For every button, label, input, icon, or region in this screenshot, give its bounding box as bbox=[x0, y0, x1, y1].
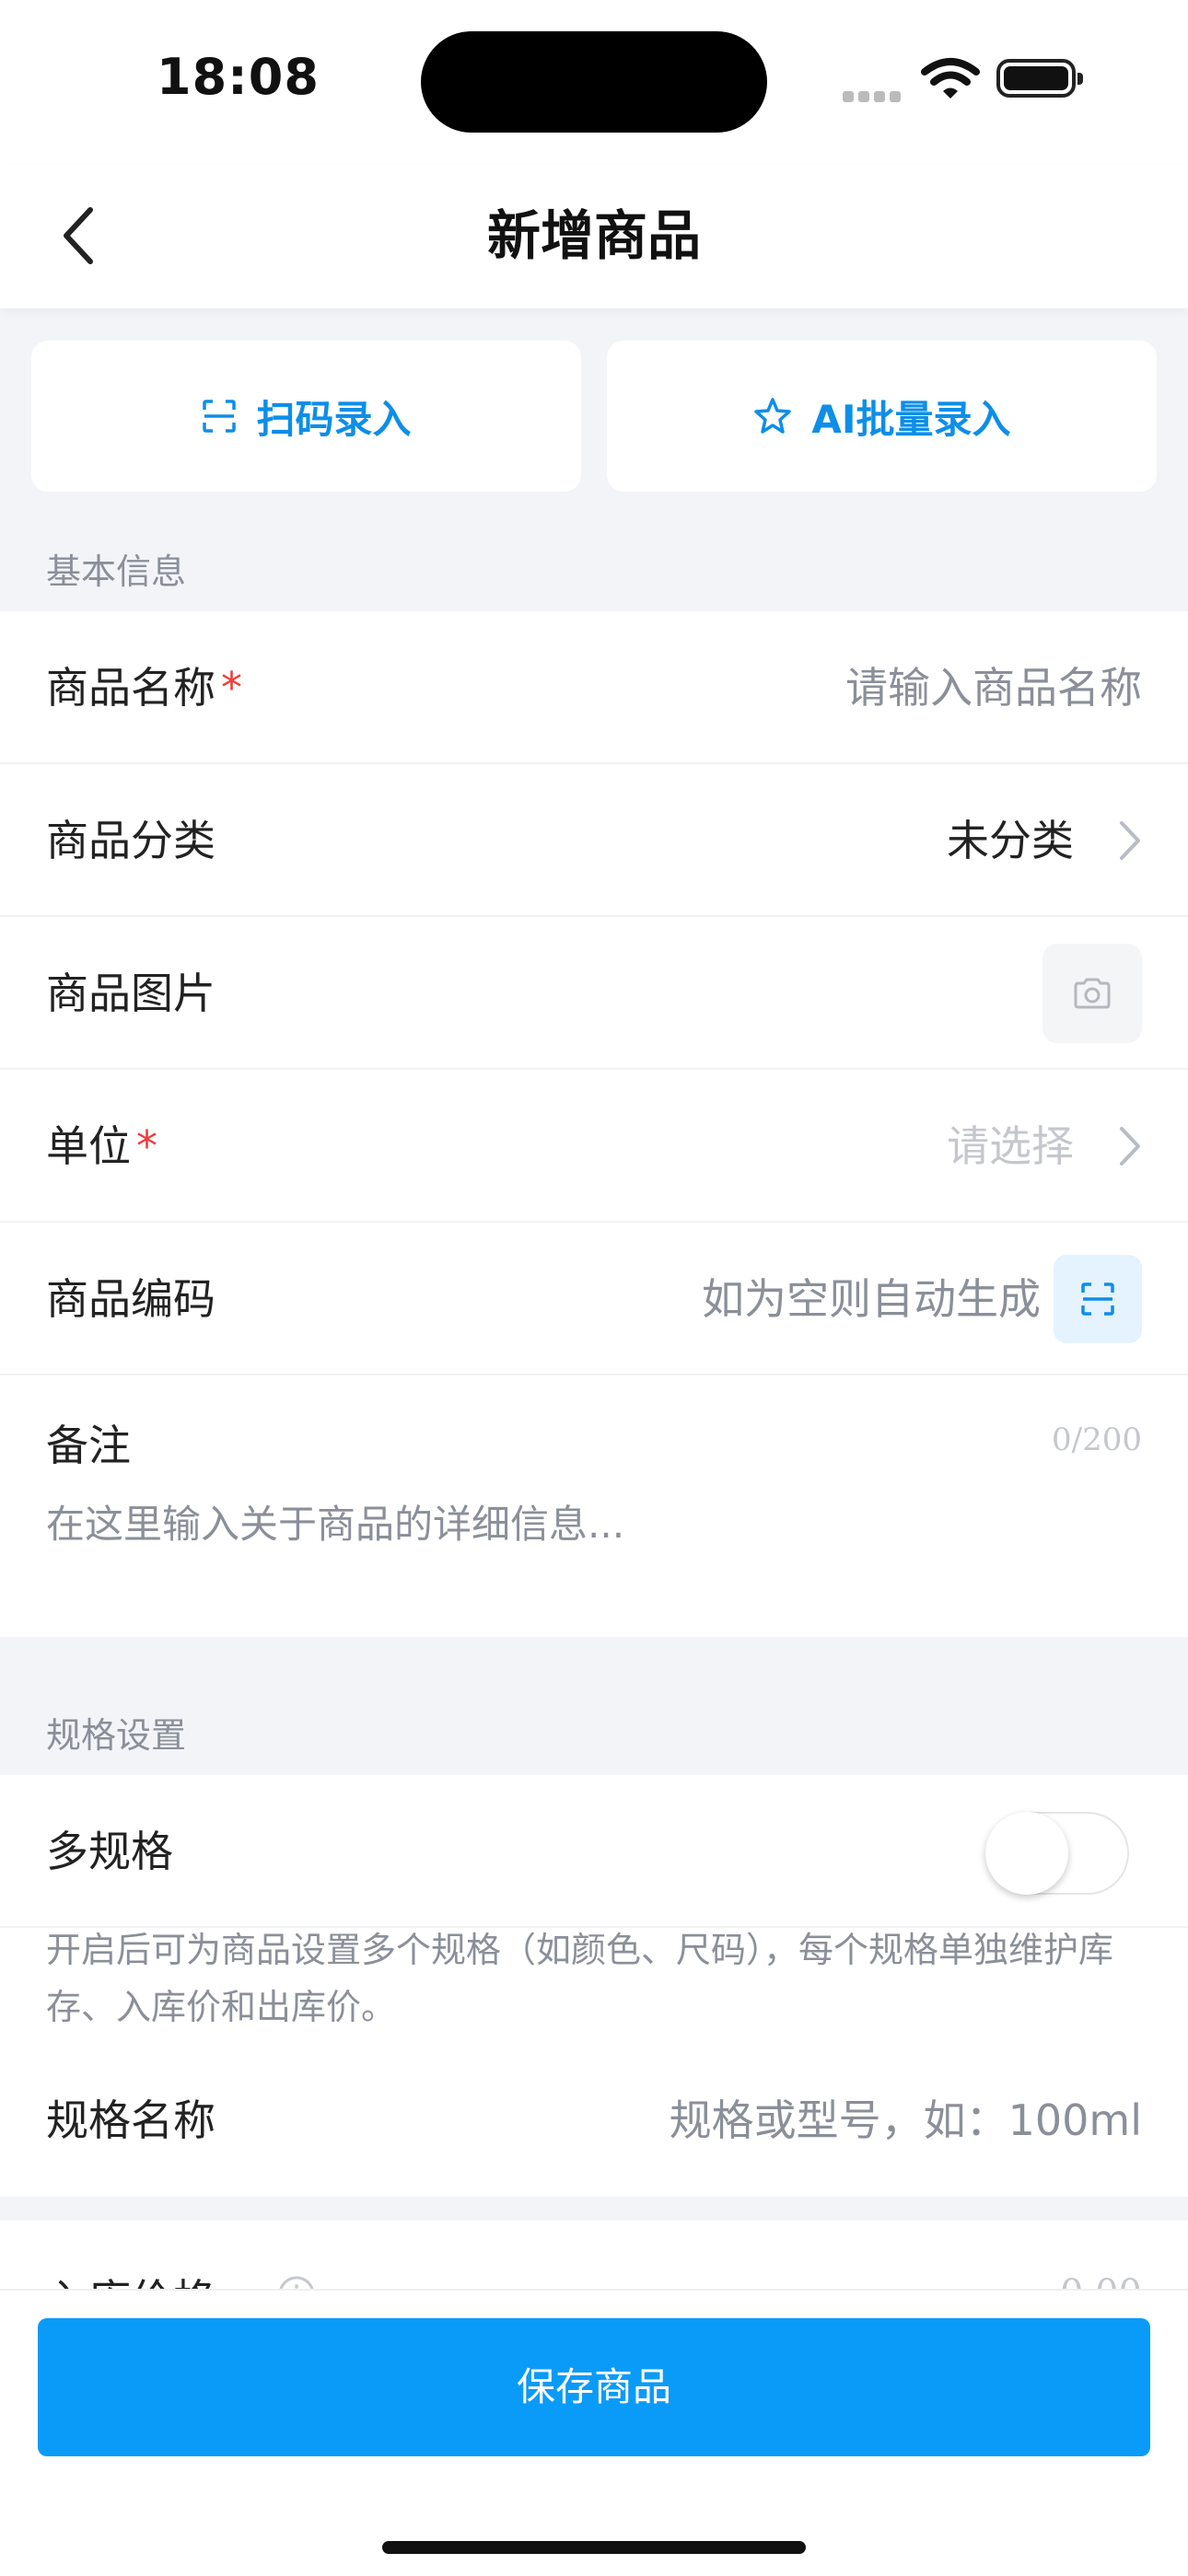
product-name-label: 商品名称 * bbox=[46, 663, 242, 713]
camera-icon bbox=[1074, 978, 1111, 1009]
product-code-input[interactable]: 如为空则自动生成 bbox=[702, 1223, 1041, 1375]
basic-info-group: 商品名称 * 请输入商品名称 商品分类 未分类 商品图片 单位 * 请选择 商品编码… bbox=[0, 611, 1188, 1637]
home-indicator bbox=[382, 2541, 806, 2554]
multi-spec-row: 多规格 bbox=[0, 1775, 1188, 1928]
battery-icon bbox=[996, 59, 1083, 98]
remark-char-count: 0/200 bbox=[1052, 1421, 1142, 1458]
section-title-spec: 规格设置 bbox=[46, 1715, 187, 1756]
unit-select[interactable]: 请选择 bbox=[947, 1070, 1074, 1223]
dynamic-island bbox=[421, 31, 767, 133]
remark-row: 备注 0/200 在这里输入关于商品的详细信息... bbox=[0, 1375, 1188, 1637]
quick-actions: 扫码录入 AI批量录入 bbox=[31, 341, 1157, 492]
ai-batch-entry-label: AI批量录入 bbox=[811, 396, 1011, 442]
product-name-input[interactable]: 请输入商品名称 bbox=[845, 611, 1142, 764]
product-image-row: 商品图片 bbox=[0, 917, 1188, 1070]
unit-row[interactable]: 单位 * 请选择 bbox=[0, 1070, 1188, 1223]
product-image-label: 商品图片 bbox=[46, 969, 215, 1018]
multi-spec-description: 开启后可为商品设置多个规格（如颜色、尺码），每个规格单独维护库存、入库价和出库价… bbox=[46, 1930, 1114, 2027]
required-mark: * bbox=[136, 1121, 157, 1171]
star-icon bbox=[754, 398, 792, 434]
required-mark: * bbox=[221, 663, 242, 713]
page-title: 新增商品 bbox=[486, 204, 701, 267]
product-image-upload[interactable] bbox=[1042, 944, 1142, 1043]
chevron-right-icon bbox=[1120, 1127, 1140, 1166]
toggle-knob bbox=[985, 1812, 1068, 1895]
save-product-button[interactable]: 保存商品 bbox=[38, 2318, 1150, 2456]
product-category-value: 未分类 bbox=[947, 816, 1074, 865]
multi-spec-label: 多规格 bbox=[46, 1827, 173, 1876]
scan-icon bbox=[203, 400, 237, 433]
remark-textarea[interactable]: 在这里输入关于商品的详细信息... bbox=[46, 1493, 624, 1549]
multi-spec-toggle[interactable] bbox=[985, 1812, 1129, 1895]
product-category-row[interactable]: 商品分类 未分类 bbox=[0, 764, 1188, 917]
product-code-label: 商品编码 bbox=[46, 1274, 215, 1324]
chevron-right-icon bbox=[1120, 821, 1140, 860]
scan-code-button[interactable] bbox=[1054, 1255, 1142, 1343]
spec-name-label: 规格名称 bbox=[46, 2095, 215, 2145]
product-code-row: 商品编码 如为空则自动生成 bbox=[0, 1223, 1188, 1375]
section-title-basic-info: 基本信息 bbox=[46, 551, 187, 592]
inbound-price-row: 入库价格 0.00 bbox=[0, 2221, 1188, 2294]
scan-entry-label: 扫码录入 bbox=[256, 396, 412, 442]
bottom-bar: 保存商品 bbox=[0, 2289, 1188, 2576]
signal-icon bbox=[843, 88, 905, 106]
spec-name-input[interactable]: 规格或型号，如：100ml bbox=[670, 2044, 1142, 2197]
product-name-row[interactable]: 商品名称 * 请输入商品名称 bbox=[0, 611, 1188, 764]
nav-bar: 新增商品 bbox=[0, 166, 1188, 308]
scan-entry-button[interactable]: 扫码录入 bbox=[31, 341, 581, 492]
wifi-icon bbox=[921, 58, 980, 99]
remark-label: 备注 bbox=[46, 1421, 131, 1470]
ai-batch-entry-button[interactable]: AI批量录入 bbox=[607, 341, 1157, 492]
spec-name-row: 规格名称 规格或型号，如：100ml bbox=[0, 2044, 1188, 2197]
unit-label: 单位 * bbox=[46, 1121, 157, 1171]
scan-icon bbox=[1081, 1282, 1114, 1316]
status-bar: 18:08 bbox=[0, 0, 1188, 166]
product-category-label: 商品分类 bbox=[46, 816, 215, 865]
status-time: 18:08 bbox=[157, 48, 320, 106]
